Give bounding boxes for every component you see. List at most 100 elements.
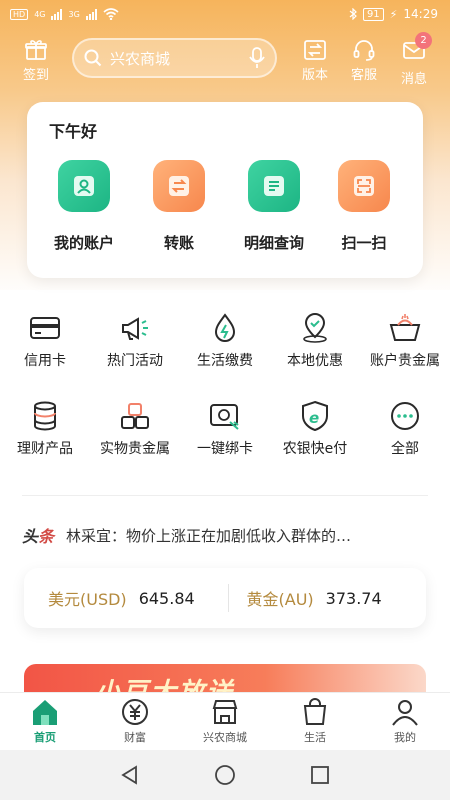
microphone-icon[interactable] bbox=[249, 47, 265, 69]
service-label: 一键绑卡 bbox=[197, 441, 253, 457]
clock: 14:29 bbox=[403, 7, 438, 21]
scan-icon bbox=[338, 160, 398, 220]
headline-tag: 头条 bbox=[22, 527, 55, 546]
shopping-bag-icon bbox=[303, 698, 327, 725]
service-wealth-products[interactable]: 理财产品 bbox=[0, 400, 90, 458]
version-button[interactable]: 版本 bbox=[293, 38, 337, 83]
quick-action-label: 明细查询 bbox=[243, 234, 304, 252]
service-label: 生活缴费 bbox=[197, 353, 253, 369]
service-label: 本地优惠 bbox=[287, 353, 343, 369]
tab-label: 财富 bbox=[124, 731, 146, 744]
service-account-precious-metals[interactable]: 账户贵金属 bbox=[360, 312, 450, 370]
service-label: 实物贵金属 bbox=[100, 441, 170, 457]
signal-icon-2 bbox=[85, 8, 97, 20]
tab-label: 首页 bbox=[34, 731, 56, 744]
headline-ticker[interactable]: 头条 林采宜：物价上涨正在加剧低收入群体的… bbox=[22, 522, 432, 548]
bind-card-icon bbox=[210, 404, 239, 430]
version-label: 版本 bbox=[301, 68, 328, 83]
network-type-2: 3G bbox=[68, 9, 80, 19]
megaphone-icon bbox=[122, 317, 148, 340]
service-label: 理财产品 bbox=[17, 441, 73, 457]
version-switch-icon bbox=[304, 40, 326, 60]
quick-action-transfer[interactable]: 转账 bbox=[134, 160, 224, 253]
service-abc-e-pay[interactable]: e 农银快e付 bbox=[270, 400, 360, 458]
service-label: 全部 bbox=[391, 441, 419, 457]
tab-label: 我的 bbox=[394, 731, 416, 744]
signin-label: 签到 bbox=[22, 68, 49, 83]
store-icon bbox=[212, 700, 238, 724]
more-icon bbox=[391, 402, 419, 430]
rate-value: 373.74 bbox=[325, 588, 382, 608]
energy-drop-icon bbox=[214, 313, 236, 342]
tab-label: 生活 bbox=[304, 731, 326, 744]
search-bar[interactable]: 兴农商城 bbox=[72, 38, 277, 78]
rates-card[interactable]: 美元(USD) 645.84 黄金(AU) 373.74 bbox=[24, 568, 426, 628]
service-label: 农银快e付 bbox=[282, 441, 348, 457]
headset-icon bbox=[353, 40, 375, 61]
charging-icon: ⚡ bbox=[389, 7, 398, 21]
rate-gold[interactable]: 黄金(AU) 373.74 bbox=[229, 586, 427, 610]
service-local-deals[interactable]: 本地优惠 bbox=[270, 312, 360, 370]
tab-home[interactable]: 首页 bbox=[0, 693, 90, 750]
service-label: 账户贵金属 bbox=[370, 353, 440, 369]
quick-action-label: 我的账户 bbox=[53, 234, 114, 252]
service-physical-precious-metals[interactable]: 实物贵金属 bbox=[90, 400, 180, 458]
system-navigation-bar bbox=[0, 750, 450, 800]
quick-actions-card: 下午好 我的账户 转账 明细查询 扫一扫 bbox=[27, 102, 423, 278]
service-utility-payment[interactable]: 生活缴费 bbox=[180, 312, 270, 370]
messages-badge: 2 bbox=[415, 32, 432, 49]
service-bind-card[interactable]: 一键绑卡 bbox=[180, 400, 270, 458]
quick-action-label: 扫一扫 bbox=[341, 234, 387, 252]
gold-basket-icon bbox=[389, 314, 421, 341]
tab-mine[interactable]: 我的 bbox=[360, 693, 450, 750]
gold-bars-icon bbox=[121, 403, 149, 429]
network-type-1: 4G bbox=[34, 9, 46, 19]
rate-usd[interactable]: 美元(USD) 645.84 bbox=[24, 586, 228, 610]
search-icon bbox=[84, 49, 102, 67]
service-label: 热门活动 bbox=[107, 353, 163, 369]
home-circle-icon[interactable] bbox=[214, 764, 236, 786]
messages-button[interactable]: 2 消息 bbox=[392, 32, 436, 87]
service-hot-activities[interactable]: 热门活动 bbox=[90, 312, 180, 370]
coins-stack-icon bbox=[34, 401, 56, 431]
credit-card-icon bbox=[30, 317, 60, 339]
wifi-icon bbox=[103, 8, 119, 20]
transfer-icon bbox=[153, 160, 213, 220]
service-credit-card[interactable]: 信用卡 bbox=[0, 312, 90, 370]
e-pay-shield-icon: e bbox=[302, 400, 328, 432]
rate-value: 645.84 bbox=[138, 588, 195, 608]
tab-life[interactable]: 生活 bbox=[270, 693, 360, 750]
svg-text:e: e bbox=[309, 409, 319, 427]
bluetooth-icon bbox=[349, 8, 357, 20]
signin-button[interactable]: 签到 bbox=[14, 38, 58, 83]
customer-service-button[interactable]: 客服 bbox=[342, 38, 386, 83]
gift-icon bbox=[25, 40, 47, 60]
quick-action-label: 转账 bbox=[163, 234, 194, 252]
greeting-text: 下午好 bbox=[49, 122, 98, 141]
quick-action-statement[interactable]: 明细查询 bbox=[229, 160, 319, 253]
bottom-tab-bar: 首页 财富 兴农商城 生活 我的 bbox=[0, 692, 450, 750]
back-icon[interactable] bbox=[120, 765, 140, 785]
quick-action-my-account[interactable]: 我的账户 bbox=[39, 160, 129, 253]
yen-icon bbox=[122, 699, 148, 725]
service-label: 客服 bbox=[350, 68, 377, 83]
home-icon bbox=[33, 700, 57, 725]
hd-indicator: HD bbox=[10, 8, 29, 20]
list-icon bbox=[248, 160, 308, 220]
battery-level: 91 bbox=[362, 7, 384, 21]
messages-label: 消息 bbox=[400, 72, 427, 87]
headline-text: 林采宜：物价上涨正在加剧低收入群体的… bbox=[66, 526, 352, 545]
quick-action-scan[interactable]: 扫一扫 bbox=[319, 160, 409, 253]
user-icon bbox=[392, 700, 418, 726]
rate-name: 美元(USD) bbox=[48, 590, 127, 609]
tab-wealth[interactable]: 财富 bbox=[90, 693, 180, 750]
person-icon bbox=[58, 160, 118, 220]
section-divider bbox=[22, 495, 428, 496]
location-icon bbox=[303, 312, 327, 343]
tab-label: 兴农商城 bbox=[203, 731, 247, 744]
search-placeholder: 兴农商城 bbox=[110, 49, 171, 68]
tab-mall[interactable]: 兴农商城 bbox=[180, 693, 270, 750]
service-all[interactable]: 全部 bbox=[360, 400, 450, 458]
rate-name: 黄金(AU) bbox=[246, 590, 314, 609]
recents-icon[interactable] bbox=[310, 765, 330, 785]
